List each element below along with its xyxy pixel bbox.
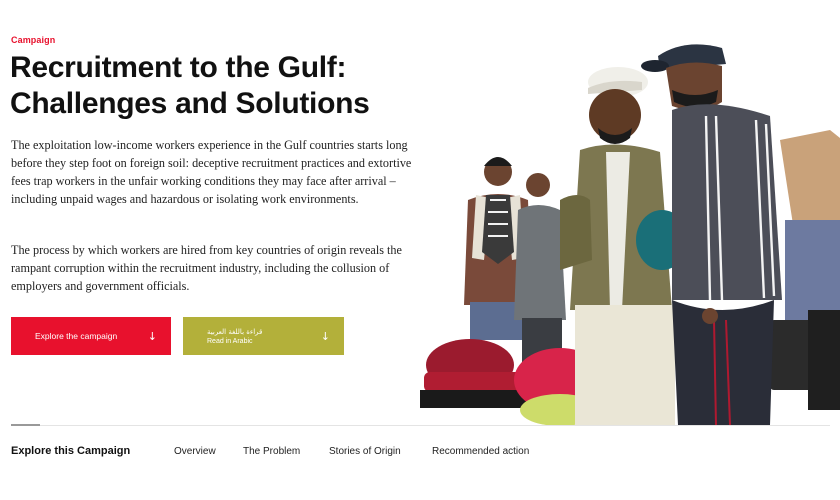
read-in-arabic-button[interactable]: قراءة باللغة العربية Read in Arabic ↓: [183, 317, 344, 355]
workers-illustration: [420, 44, 840, 425]
section-divider: [11, 425, 830, 426]
read-in-arabic-label: Read in Arabic: [207, 337, 253, 345]
explore-campaign-label: Explore the campaign: [35, 331, 118, 341]
arrow-down-icon: ↓: [147, 329, 157, 343]
explore-campaign-button[interactable]: Explore the campaign ↓: [11, 317, 171, 355]
arabic-label: قراءة باللغة العربية: [207, 327, 263, 336]
subnav-title: Explore this Campaign: [11, 445, 131, 457]
intro-paragraph-2: The process by which workers are hired f…: [11, 243, 402, 293]
intro-paragraph-1: The exploitation low-income workers expe…: [11, 138, 412, 206]
subnav-link-overview[interactable]: Overview: [174, 446, 216, 457]
subnav-link-the-problem[interactable]: The Problem: [243, 446, 300, 457]
campaign-subnav: Explore this Campaign Overview The Probl…: [0, 440, 840, 464]
subnav-link-stories-of-origin[interactable]: Stories of Origin: [329, 446, 401, 457]
read-in-arabic-text: قراءة باللغة العربية Read in Arabic: [207, 328, 321, 345]
page-title: Recruitment to the Gulf: Challenges and …: [10, 51, 370, 120]
divider-active-indicator: [11, 424, 40, 426]
campaign-eyebrow: Campaign: [11, 35, 56, 45]
arrow-down-icon: ↓: [320, 329, 330, 343]
subnav-link-recommended-action[interactable]: Recommended action: [432, 446, 529, 457]
